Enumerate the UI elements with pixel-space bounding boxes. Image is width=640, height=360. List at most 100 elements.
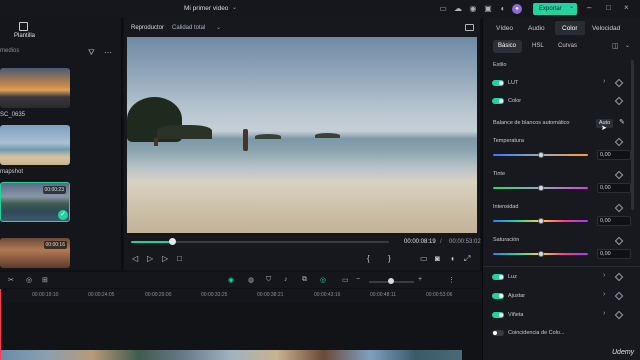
coincidencia-toggle[interactable]: [492, 330, 504, 336]
saturation-value[interactable]: 0,00: [597, 249, 631, 259]
chevron-down-icon[interactable]: ⌄: [625, 42, 630, 49]
ruler-tick: 00:00:33:25: [201, 292, 228, 298]
close-icon[interactable]: ×: [624, 3, 629, 12]
tab-video[interactable]: Vídeo: [496, 25, 513, 32]
vineta-label: Viñeta: [508, 312, 524, 318]
trim-icon[interactable]: ⊞: [42, 276, 48, 284]
stop-icon[interactable]: □: [177, 254, 182, 263]
tab-color[interactable]: Color: [562, 25, 578, 32]
quality-select[interactable]: Calidad total: [172, 25, 205, 31]
media-label: mapshot: [0, 169, 24, 175]
display-icon[interactable]: ▭: [420, 254, 428, 263]
duration-badge: 00:00:16: [43, 241, 67, 249]
tab-audio[interactable]: Audio: [528, 25, 545, 32]
temperature-label: Temperatura: [493, 138, 524, 144]
chevron-right-icon[interactable]: ›: [603, 291, 605, 298]
image-icon[interactable]: [465, 24, 474, 31]
split-icon[interactable]: ✂: [8, 276, 14, 284]
duration-badge: 00:00:23: [42, 186, 66, 194]
group-icon[interactable]: ◎: [26, 276, 32, 284]
subtab-basico[interactable]: Básico: [498, 43, 516, 49]
zoom-slider-handle[interactable]: [388, 278, 394, 284]
project-title[interactable]: Mi primer video: [184, 5, 228, 12]
intensity-value[interactable]: 0,00: [597, 216, 631, 226]
avatar[interactable]: ●: [512, 4, 522, 14]
more-icon[interactable]: ⋯: [104, 48, 112, 57]
chevron-right-icon[interactable]: ›: [603, 272, 605, 279]
shield-icon[interactable]: ⛉: [266, 276, 271, 284]
subtab-hsl[interactable]: HSL: [532, 43, 544, 49]
sound-icon[interactable]: ◐: [498, 4, 508, 14]
island: [315, 133, 340, 138]
template-icon[interactable]: [19, 22, 28, 31]
volume-icon[interactable]: ◖: [450, 254, 455, 263]
ruler-tick: 00:00:48:11: [370, 292, 397, 298]
media-thumbnail[interactable]: [0, 125, 70, 165]
chevron-down-icon[interactable]: ⌄: [569, 3, 574, 10]
tab-plantilla[interactable]: Plantilla: [14, 33, 35, 39]
gift-icon[interactable]: ▣: [483, 4, 493, 14]
lut-toggle[interactable]: [492, 80, 504, 86]
mark-out-icon[interactable]: }: [388, 254, 391, 263]
saturation-label: Saturación: [493, 237, 520, 243]
cloud-icon[interactable]: ☁: [453, 4, 463, 14]
luz-label: Luz: [508, 274, 517, 280]
saturation-slider-handle[interactable]: [537, 251, 544, 257]
player-label: Reproductor: [131, 25, 165, 31]
ruler-tick: 00:00:29:00: [145, 292, 172, 298]
effects-icon[interactable]: ⧉: [302, 276, 307, 284]
playback-progress: [131, 241, 173, 243]
person: [154, 138, 158, 146]
chevron-right-icon[interactable]: ›: [603, 78, 605, 85]
filter-icon[interactable]: ⛛: [88, 48, 95, 58]
maximize-icon[interactable]: □: [606, 3, 611, 12]
media-thumbnail[interactable]: [0, 68, 70, 108]
compare-icon[interactable]: ◫: [612, 42, 619, 50]
media-thumbnail[interactable]: 00:00:16: [0, 238, 70, 268]
tab-velocidad[interactable]: Velocidad: [592, 25, 620, 32]
play-icon[interactable]: ▷: [162, 254, 168, 263]
speed-icon[interactable]: ◍: [248, 276, 254, 284]
vineta-toggle[interactable]: [492, 312, 504, 318]
temperature-slider-handle[interactable]: [537, 152, 544, 158]
intensity-label: Intensidad: [493, 204, 519, 210]
zoom-out-icon[interactable]: −: [356, 276, 360, 283]
grid-icon[interactable]: ⋮: [448, 276, 455, 284]
video-preview[interactable]: [127, 37, 477, 233]
camera-icon[interactable]: ◉: [468, 4, 478, 14]
minimize-icon[interactable]: –: [587, 3, 591, 12]
ajustar-label: Ajustar: [508, 293, 526, 299]
ruler-tick: 00:00:24:05: [88, 292, 115, 298]
intensity-slider-handle[interactable]: [537, 218, 544, 224]
mark-in-icon[interactable]: {: [367, 254, 370, 263]
color-toggle[interactable]: [492, 98, 504, 104]
fullscreen-icon[interactable]: ⤢: [464, 254, 470, 264]
media-search-input[interactable]: medios: [0, 48, 19, 54]
playhead[interactable]: [0, 289, 1, 360]
scrollbar[interactable]: [631, 60, 634, 210]
color-label: Color: [508, 98, 522, 104]
eyedropper-icon[interactable]: ✎: [619, 118, 625, 126]
snap-icon[interactable]: ◉: [228, 276, 234, 284]
snapshot-icon[interactable]: ◙: [435, 254, 440, 263]
layout-icon[interactable]: ▭: [438, 4, 448, 14]
luz-toggle[interactable]: [492, 274, 504, 280]
play-back-icon[interactable]: ▷: [147, 254, 153, 263]
color-match-icon[interactable]: ◎: [320, 276, 326, 284]
mouse-cursor-icon: ➤: [601, 125, 607, 132]
display-icon[interactable]: ▭: [342, 276, 349, 284]
zoom-in-icon[interactable]: +: [418, 276, 422, 283]
ajustar-toggle[interactable]: [492, 293, 504, 299]
prev-frame-icon[interactable]: ◁: [132, 254, 138, 263]
microphone-icon[interactable]: ♪: [284, 276, 288, 283]
timeline-ruler[interactable]: [0, 289, 482, 303]
chevron-right-icon[interactable]: ›: [603, 310, 605, 317]
tint-value[interactable]: 0,00: [597, 183, 631, 193]
current-time: 00:00:08:19: [404, 239, 436, 245]
chevron-down-icon[interactable]: ⌄: [216, 24, 221, 31]
tint-slider-handle[interactable]: [537, 185, 544, 191]
temperature-value[interactable]: 0,00: [597, 150, 631, 160]
chevron-down-icon[interactable]: ⌄: [232, 4, 237, 11]
subtab-curvas[interactable]: Curvas: [558, 43, 577, 49]
video-clip[interactable]: [0, 350, 462, 360]
